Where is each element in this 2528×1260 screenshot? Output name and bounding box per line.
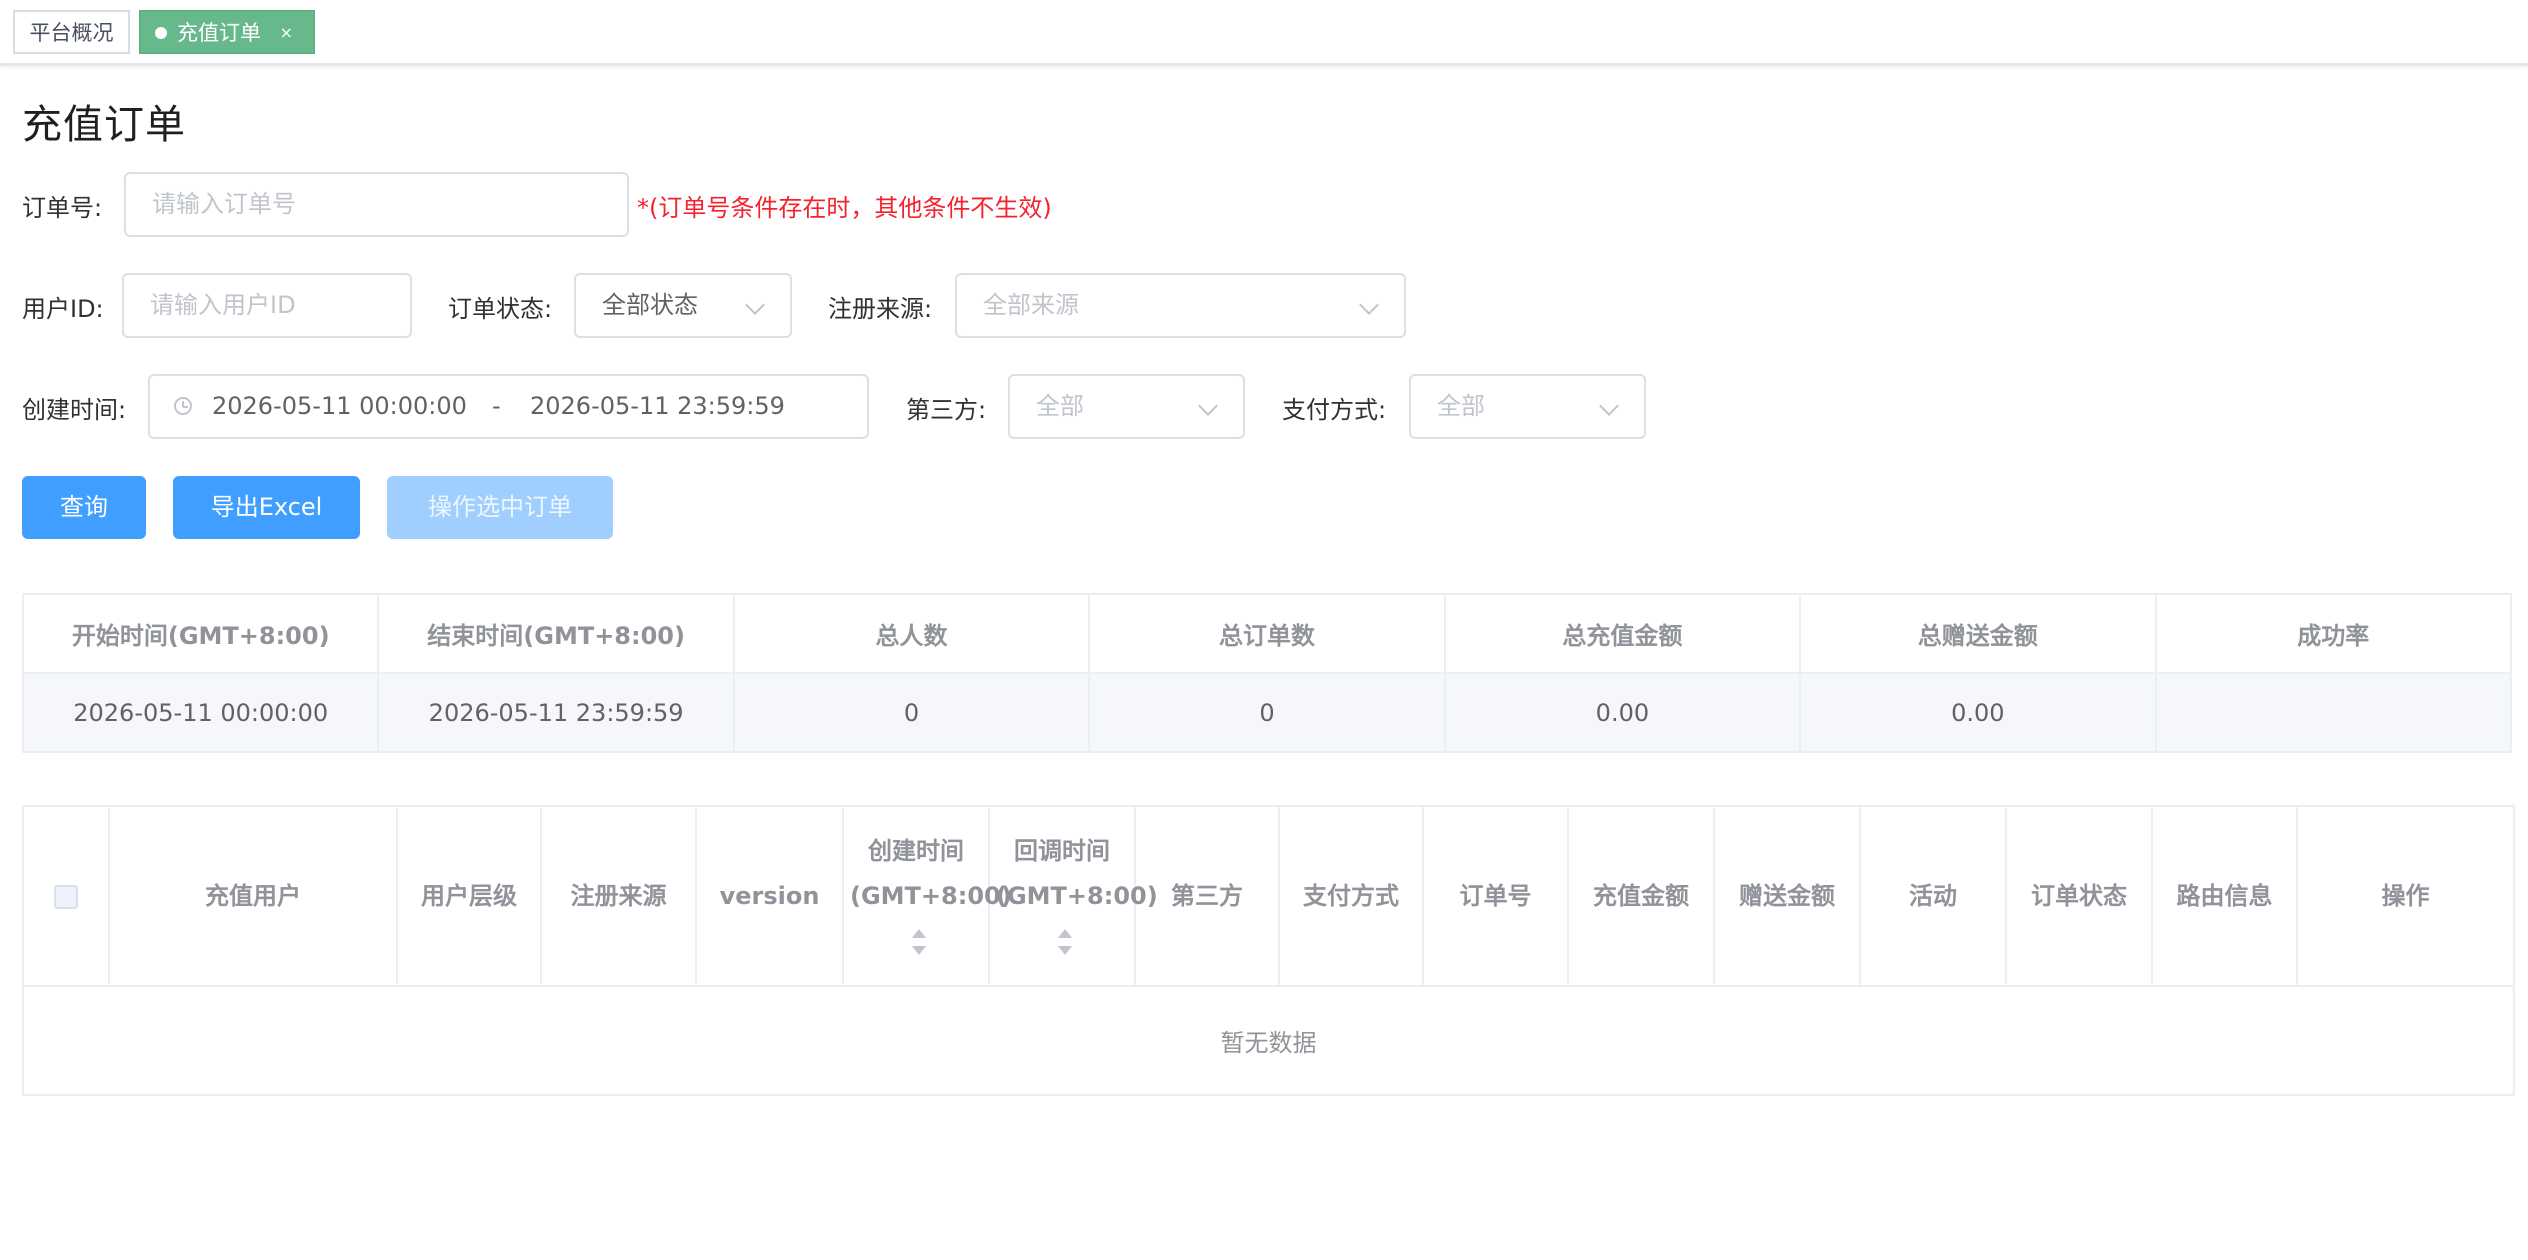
range-separator: - bbox=[492, 392, 501, 420]
column-header: version bbox=[695, 805, 844, 987]
tab-bar: 平台概况 充值订单 × bbox=[0, 0, 2528, 66]
empty-row: 暂无数据 bbox=[22, 985, 2515, 1096]
register-source-placeholder: 全部来源 bbox=[983, 291, 1079, 319]
chevron-down-icon bbox=[1359, 295, 1379, 315]
summary-header-cell: 总赠送金额 bbox=[1799, 593, 2157, 674]
column-header-sortable[interactable]: 回调时间(GMT+8:00) bbox=[988, 805, 1158, 987]
column-header: 活动 bbox=[1859, 805, 2007, 987]
summary-header-cell: 成功率 bbox=[2154, 593, 2513, 674]
column-header: 路由信息 bbox=[2151, 805, 2298, 987]
orders-header-row: 充值用户 用户层级 注册来源 version 创建时间(GMT+8:00) 回调… bbox=[22, 805, 2515, 987]
end-time-value[interactable]: 2026-05-11 23:59:59 bbox=[530, 376, 785, 437]
tab-recharge-orders[interactable]: 充值订单 × bbox=[139, 10, 315, 54]
clock-icon bbox=[174, 397, 192, 415]
sort-icon[interactable] bbox=[911, 928, 927, 955]
order-no-hint: *(订单号条件存在时，其他条件不生效) bbox=[637, 194, 1052, 222]
column-header-label: 创建时间(GMT+8:00) bbox=[850, 836, 1012, 910]
chevron-down-icon bbox=[1599, 396, 1619, 416]
chevron-down-icon bbox=[1198, 396, 1218, 416]
start-time-value[interactable]: 2026-05-11 00:00:00 bbox=[212, 376, 467, 437]
column-header: 支付方式 bbox=[1278, 805, 1424, 987]
user-id-label: 用户ID: bbox=[22, 295, 104, 323]
tab-label: 充值订单 bbox=[177, 21, 261, 45]
active-dot-icon bbox=[155, 27, 167, 39]
summary-header-cell: 总订单数 bbox=[1088, 593, 1446, 674]
summary-cell: 2026-05-11 00:00:00 bbox=[21, 672, 380, 753]
summary-cell bbox=[2154, 672, 2513, 753]
column-header: 用户层级 bbox=[396, 805, 542, 987]
column-header-sortable[interactable]: 创建时间(GMT+8:00) bbox=[842, 805, 1012, 987]
summary-cell: 0 bbox=[732, 672, 1091, 753]
operate-selected-orders-button[interactable]: 操作选中订单 bbox=[387, 476, 613, 539]
summary-header-cell: 总充值金额 bbox=[1443, 593, 1802, 674]
third-party-placeholder: 全部 bbox=[1036, 392, 1084, 420]
tab-platform-overview[interactable]: 平台概况 bbox=[13, 10, 130, 54]
summary-header-cell: 结束时间(GMT+8:00) bbox=[377, 593, 735, 674]
orders-table: 充值用户 用户层级 注册来源 version 创建时间(GMT+8:00) 回调… bbox=[22, 805, 2515, 1096]
empty-state-text: 暂无数据 bbox=[22, 985, 2515, 1096]
select-all-checkbox[interactable] bbox=[54, 884, 78, 909]
column-header: 注册来源 bbox=[540, 805, 697, 987]
order-status-label: 订单状态: bbox=[448, 295, 553, 323]
summary-table: 开始时间(GMT+8:00) 结束时间(GMT+8:00) 总人数 总订单数 总… bbox=[21, 593, 2513, 753]
third-party-select[interactable]: 全部 bbox=[1008, 374, 1245, 439]
select-all-cell bbox=[22, 805, 110, 987]
register-source-select[interactable]: 全部来源 bbox=[955, 273, 1406, 338]
column-header: 充值用户 bbox=[108, 805, 398, 987]
pay-method-select[interactable]: 全部 bbox=[1409, 374, 1646, 439]
column-header: 充值金额 bbox=[1567, 805, 1715, 987]
created-time-range-picker[interactable]: 2026-05-11 00:00:00 - 2026-05-11 23:59:5… bbox=[148, 374, 869, 439]
summary-cell: 2026-05-11 23:59:59 bbox=[377, 672, 735, 753]
summary-header-row: 开始时间(GMT+8:00) 结束时间(GMT+8:00) 总人数 总订单数 总… bbox=[21, 593, 2513, 674]
third-party-label: 第三方: bbox=[906, 396, 987, 424]
summary-header-cell: 开始时间(GMT+8:00) bbox=[21, 593, 380, 674]
column-header: 订单号 bbox=[1422, 805, 1569, 987]
column-header: 订单状态 bbox=[2005, 805, 2153, 987]
summary-cell: 0.00 bbox=[1443, 672, 1802, 753]
summary-row: 2026-05-11 00:00:00 2026-05-11 23:59:59 … bbox=[21, 672, 2513, 753]
user-id-input[interactable]: 请输入用户ID bbox=[122, 273, 412, 338]
page-title: 充值订单 bbox=[22, 102, 186, 148]
register-source-label: 注册来源: bbox=[828, 295, 933, 323]
query-button[interactable]: 查询 bbox=[22, 476, 146, 539]
created-time-label: 创建时间: bbox=[22, 396, 127, 424]
column-header: 操作 bbox=[2296, 805, 2515, 987]
export-excel-button[interactable]: 导出Excel bbox=[173, 476, 360, 539]
pay-method-placeholder: 全部 bbox=[1437, 392, 1485, 420]
order-status-select[interactable]: 全部状态 bbox=[574, 273, 792, 338]
pay-method-label: 支付方式: bbox=[1282, 396, 1387, 424]
chevron-down-icon bbox=[745, 295, 765, 315]
summary-header-cell: 总人数 bbox=[732, 593, 1091, 674]
sort-icon[interactable] bbox=[1057, 928, 1073, 955]
column-header: 赠送金额 bbox=[1713, 805, 1861, 987]
close-icon[interactable]: × bbox=[280, 12, 293, 54]
order-status-value: 全部状态 bbox=[602, 291, 698, 319]
order-no-input[interactable]: 请输入订单号 bbox=[124, 172, 629, 237]
column-header-label: 回调时间(GMT+8:00) bbox=[996, 836, 1158, 910]
summary-cell: 0 bbox=[1088, 672, 1446, 753]
summary-cell: 0.00 bbox=[1799, 672, 2157, 753]
order-no-label: 订单号: bbox=[22, 194, 103, 222]
